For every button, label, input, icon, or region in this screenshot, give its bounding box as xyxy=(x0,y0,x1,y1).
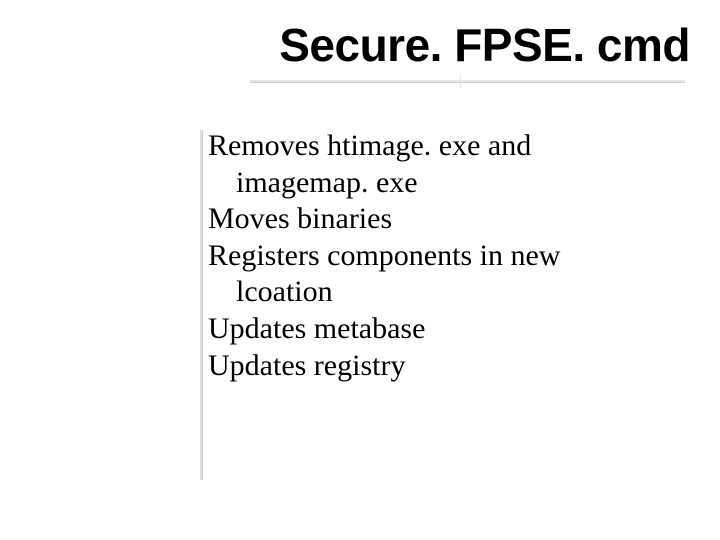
list-item-line: Updates registry xyxy=(208,348,680,385)
vertical-divider xyxy=(200,130,202,480)
title-separator-tick xyxy=(460,76,461,88)
list-item-line: Updates metabase xyxy=(208,311,680,348)
list-item-line: lcoation xyxy=(208,274,680,311)
body-text: Removes htimage. exe and imagemap. exe M… xyxy=(208,128,680,384)
list-item-line: Removes htimage. exe and xyxy=(208,128,680,165)
list-item: Registers components in new lcoation xyxy=(208,238,680,311)
title-divider xyxy=(250,80,685,82)
list-item: Updates metabase xyxy=(208,311,680,348)
list-item-line: Registers components in new xyxy=(208,238,680,275)
list-item-line: Moves binaries xyxy=(208,201,680,238)
slide-title: Secure. FPSE. cmd xyxy=(279,18,690,72)
list-item: Removes htimage. exe and imagemap. exe xyxy=(208,128,680,201)
list-item-line: imagemap. exe xyxy=(208,165,680,202)
slide: Secure. FPSE. cmd Removes htimage. exe a… xyxy=(0,0,720,540)
list-item: Updates registry xyxy=(208,348,680,385)
list-item: Moves binaries xyxy=(208,201,680,238)
